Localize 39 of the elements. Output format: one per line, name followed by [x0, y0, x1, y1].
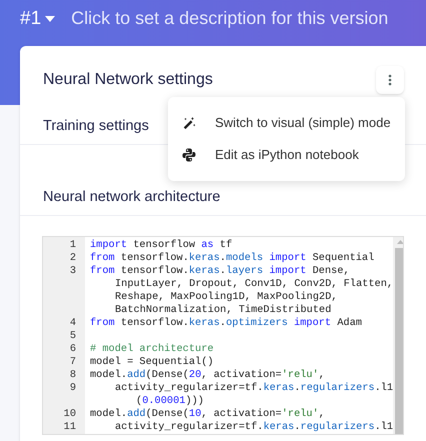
- section-title: Neural network architecture: [43, 189, 220, 205]
- kebab-icon: [388, 74, 392, 86]
- line-number: 3: [70, 265, 76, 277]
- section-title: Training settings: [43, 118, 149, 134]
- line-number: 9: [70, 382, 76, 394]
- menu-item[interactable]: Switch to visual (simple) mode: [168, 107, 405, 139]
- line-number: 6: [70, 343, 76, 355]
- line-number: 7: [70, 356, 76, 368]
- code-line: import tensorflow as tf: [90, 239, 232, 251]
- version-description[interactable]: Click to set a description for this version: [71, 5, 388, 32]
- line-number: 2: [70, 252, 76, 264]
- code-editor[interactable]: [42, 236, 404, 435]
- python-icon: [182, 148, 196, 162]
- code-line: from tensorflow.keras.optimizers import Adam: [90, 317, 362, 329]
- line-number: 1: [70, 239, 76, 251]
- magic-wand-icon: [182, 115, 196, 131]
- code-line: activity_regularizer=tf.keras.regularizers.l1: [115, 382, 394, 394]
- code-line: activity_regularizer=tf.keras.regularizers.l1: [115, 421, 394, 433]
- code-line: InputLayer, Dropout, Conv1D, Conv2D, Flatten,: [115, 278, 394, 290]
- line-number: 10: [64, 408, 76, 420]
- scroll-up-icon: [397, 240, 403, 244]
- card-title: Neural Network settings: [43, 70, 213, 90]
- line-number: 8: [70, 369, 76, 381]
- code-line: Reshape, MaxPooling1D, MaxPooling2D,: [115, 291, 338, 303]
- line-number: 5: [70, 330, 76, 342]
- more-options-button[interactable]: [376, 66, 404, 94]
- code-line: (0.00001))): [136, 395, 204, 407]
- code-line: # model architecture: [90, 343, 214, 355]
- code-line: from tensorflow.keras.models import Sequential: [90, 252, 374, 264]
- caret-icon: [45, 16, 56, 22]
- menu-item[interactable]: Edit as iPython notebook: [168, 139, 405, 171]
- version-dropdown[interactable]: #1: [20, 5, 56, 34]
- line-number: 4: [70, 317, 76, 329]
- line-number: 11: [64, 421, 76, 433]
- code-line: model.add(Dense(20, activation='relu',: [90, 369, 325, 381]
- code-line: model.add(Dense(10, activation='relu',: [90, 408, 325, 420]
- code-line: BatchNormalization, TimeDistributed: [115, 304, 332, 316]
- code-line: from tensorflow.keras.layers import Dense,: [90, 265, 350, 277]
- code-line: model = Sequential(): [90, 356, 214, 368]
